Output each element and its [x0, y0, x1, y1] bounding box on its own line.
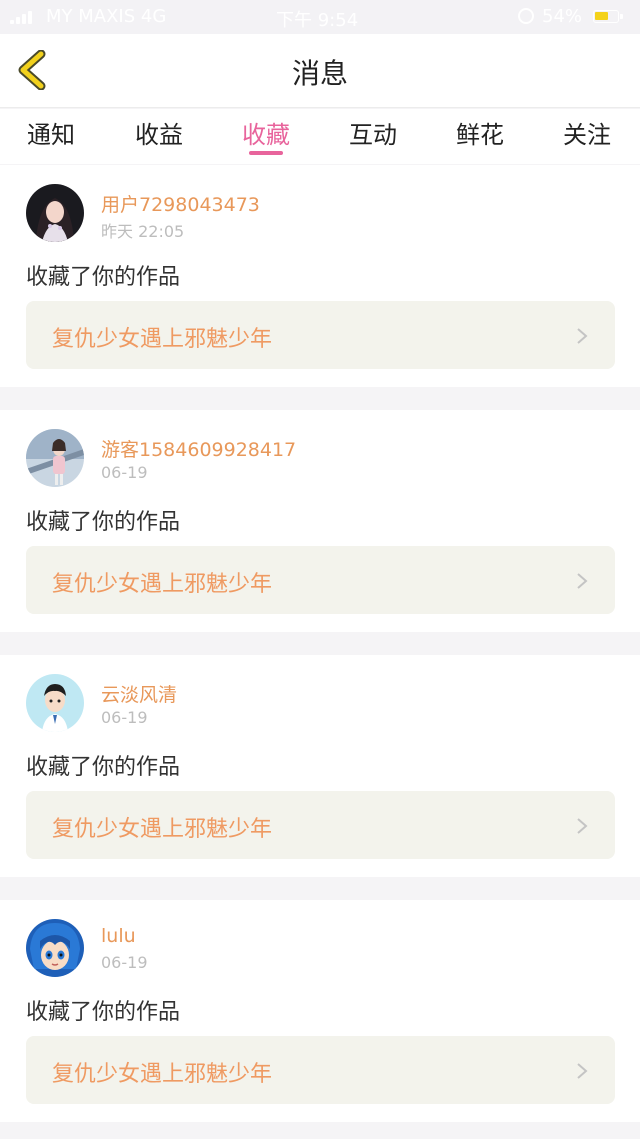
signal-icon: [10, 10, 32, 24]
work-title: 复仇少女遇上邪魅少年: [52, 817, 273, 842]
notification-card: 游客1584609928417 06-19 收藏了你的作品 复仇少女遇上邪魅少年: [0, 410, 640, 632]
tab-earnings[interactable]: 收益: [119, 115, 199, 150]
avatar[interactable]: [26, 919, 84, 977]
action-text: 收藏了你的作品: [26, 755, 181, 780]
battery-percent: 54%: [542, 6, 583, 27]
page-title: 消息: [291, 57, 348, 90]
timestamp: 06-19: [101, 953, 148, 972]
tab-interaction[interactable]: 互动: [333, 115, 413, 150]
work-title: 复仇少女遇上邪魅少年: [52, 1062, 273, 1087]
chevron-right-icon: [577, 1063, 588, 1079]
avatar[interactable]: [26, 674, 84, 732]
timestamp: 06-19: [101, 708, 148, 727]
action-text: 收藏了你的作品: [26, 510, 181, 535]
carrier-name: MY MAXIS 4G: [46, 6, 167, 27]
chevron-right-icon: [577, 818, 588, 834]
user-name[interactable]: 游客1584609928417: [101, 435, 296, 462]
notification-card: 用户7298043473 昨天 22:05 收藏了你的作品 复仇少女遇上邪魅少年: [0, 165, 640, 387]
tab-favorites[interactable]: 收藏: [226, 115, 306, 150]
timestamp: 06-19: [101, 463, 148, 482]
active-tab-indicator: [249, 151, 283, 155]
alarm-icon: [518, 8, 534, 24]
chevron-right-icon: [577, 573, 588, 589]
status-bar: MY MAXIS 4G 下午 9:54 54%: [0, 0, 640, 34]
timestamp: 昨天 22:05: [101, 222, 185, 241]
work-link[interactable]: 复仇少女遇上邪魅少年: [26, 301, 615, 369]
notification-card: 云淡风清 06-19 收藏了你的作品 复仇少女遇上邪魅少年: [0, 655, 640, 877]
work-link[interactable]: 复仇少女遇上邪魅少年: [26, 791, 615, 859]
avatar[interactable]: [26, 184, 84, 242]
work-title: 复仇少女遇上邪魅少年: [52, 327, 273, 352]
tab-flowers[interactable]: 鲜花: [440, 115, 520, 150]
work-title: 复仇少女遇上邪魅少年: [52, 572, 273, 597]
tab-notice[interactable]: 通知: [11, 115, 91, 150]
tab-follows[interactable]: 关注: [547, 115, 627, 150]
work-link[interactable]: 复仇少女遇上邪魅少年: [26, 546, 615, 614]
notification-card: lulu 06-19 收藏了你的作品 复仇少女遇上邪魅少年: [0, 900, 640, 1122]
action-text: 收藏了你的作品: [26, 1000, 181, 1025]
battery-icon: [593, 10, 623, 23]
user-name[interactable]: 用户7298043473: [101, 190, 260, 217]
chevron-right-icon: [577, 328, 588, 344]
action-text: 收藏了你的作品: [26, 265, 181, 290]
user-name[interactable]: lulu: [101, 925, 136, 947]
avatar[interactable]: [26, 429, 84, 487]
nav-bar: 消息: [0, 34, 640, 108]
work-link[interactable]: 复仇少女遇上邪魅少年: [26, 1036, 615, 1104]
tab-bar: 通知 收益 收藏 互动 鲜花 关注: [0, 109, 640, 164]
user-name[interactable]: 云淡风清: [101, 680, 177, 707]
status-time: 下午 9:54: [276, 10, 359, 31]
